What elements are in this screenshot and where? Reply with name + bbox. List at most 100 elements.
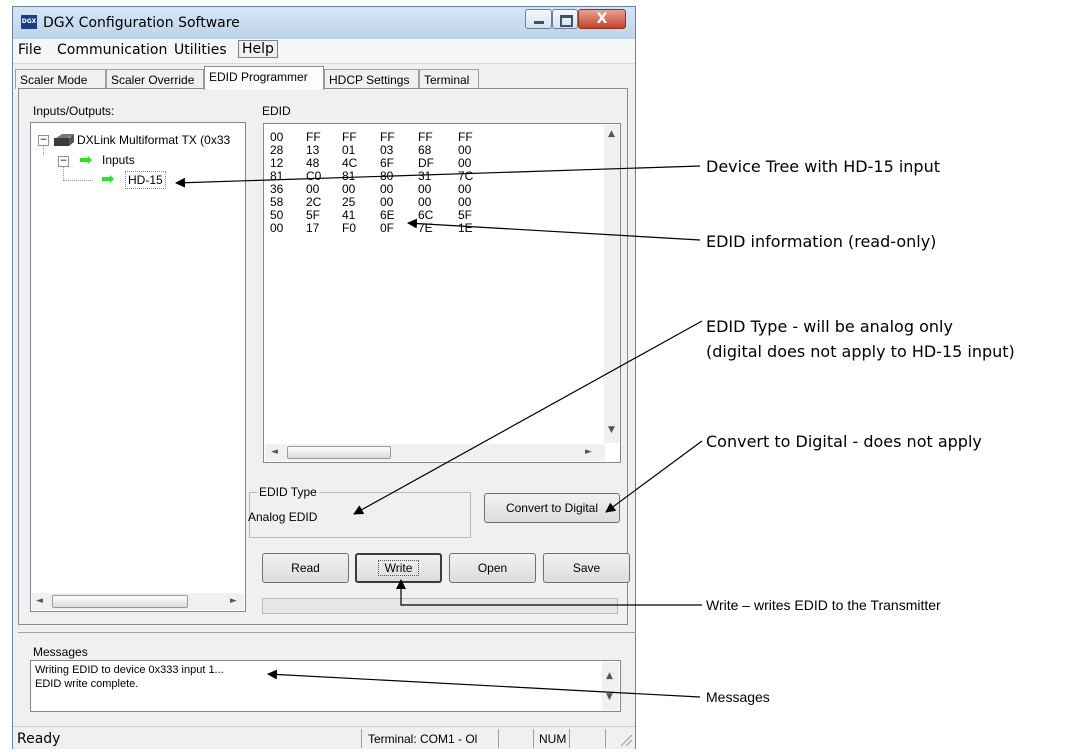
message-line: EDID write complete. <box>35 678 139 690</box>
scroll-thumb[interactable] <box>287 446 391 459</box>
edid-hex-cell: 81 <box>342 169 356 183</box>
scroll-down-icon[interactable]: ▼ <box>608 425 615 435</box>
edid-hex-cell: 00 <box>458 143 472 157</box>
progress-bar <box>262 598 618 614</box>
tree-item-device[interactable]: DXLink Multiformat TX (0x33 <box>77 133 230 147</box>
edid-hex-cell: 36 <box>270 182 284 196</box>
edid-hex-cell: 00 <box>380 182 394 196</box>
edid-hex-cell: 01 <box>342 143 356 157</box>
tree-item-hd15[interactable]: HD-15 <box>125 171 166 189</box>
edid-hex-cell: 00 <box>458 195 472 209</box>
edid-hex-view[interactable]: 00 FF FF FF FF FF 28 13 01 03 68 00 12 48 4C 6F DF 00 81 C0… <box>263 123 621 463</box>
edid-label: EDID <box>262 104 291 118</box>
convert-to-digital-button[interactable]: Convert to Digital <box>484 493 620 523</box>
scroll-up-icon[interactable]: ▲ <box>608 129 615 139</box>
status-num: NUM <box>539 732 567 746</box>
edid-hex-cell: 00 <box>418 182 432 196</box>
status-divider <box>361 729 362 748</box>
edid-hex-cell: 6C <box>418 208 434 222</box>
edid-hex-cell: 6E <box>380 208 395 222</box>
edid-horizontal-scrollbar[interactable]: ◄ ► <box>265 444 605 461</box>
edid-hex-cell: 5F <box>458 208 473 222</box>
menu-communication[interactable]: Communication <box>57 42 167 58</box>
scroll-left-icon[interactable]: ◄ <box>36 596 43 606</box>
tree-line <box>63 180 93 182</box>
edid-hex-cell: 1E <box>458 221 473 235</box>
scroll-right-icon[interactable]: ► <box>585 447 592 457</box>
tab-edid-programmer[interactable]: EDID Programmer <box>204 66 324 90</box>
edid-hex-cell: 41 <box>342 208 356 222</box>
edid-hex-cell: 03 <box>380 143 394 157</box>
edid-hex-cell: 00 <box>306 182 320 196</box>
close-button[interactable]: X <box>578 9 626 29</box>
tab-hdcp-settings[interactable]: HDCP Settings <box>324 69 419 89</box>
edid-hex-cell: 7E <box>418 221 433 235</box>
edid-hex-cell: F0 <box>342 221 357 235</box>
tree-horizontal-scrollbar[interactable]: ◄ ► <box>32 593 244 610</box>
window-title: DGX Configuration Software <box>43 15 240 31</box>
tab-terminal[interactable]: Terminal <box>419 69 479 89</box>
edid-hex-cell: 50 <box>270 208 284 222</box>
title-bar[interactable]: DGX DGX Configuration Software X <box>13 7 635 39</box>
tab-strip: Scaler Mode Scaler Override EDID Program… <box>15 65 633 90</box>
edid-hex-cell: DF <box>418 156 434 170</box>
write-button[interactable]: Write <box>355 553 442 583</box>
menu-utilities[interactable]: Utilities <box>174 42 227 58</box>
annotation-edid-type-note: (digital does not apply to HD-15 input) <box>706 342 1015 361</box>
messages-box[interactable]: Writing EDID to device 0x333 input 1... … <box>30 660 621 712</box>
maximize-button[interactable] <box>552 9 578 29</box>
close-icon: X <box>596 11 608 27</box>
edid-hex-cell: 00 <box>418 195 432 209</box>
app-logo-icon: DGX <box>21 15 37 29</box>
menu-file[interactable]: File <box>18 42 41 58</box>
minimize-button[interactable] <box>525 9 552 29</box>
edid-type-legend: EDID Type <box>257 485 319 499</box>
edid-hex-cell: FF <box>342 130 357 144</box>
edid-hex-cell: 00 <box>270 221 284 235</box>
edid-hex-cell: 7C <box>458 169 474 183</box>
status-terminal: Terminal: COM1 - Ol <box>368 732 478 746</box>
messages-label: Messages <box>33 645 88 659</box>
edid-hex-cell: 81 <box>270 169 284 183</box>
edid-type-value: Analog EDID <box>248 510 318 524</box>
edid-hex-cell: FF <box>380 130 395 144</box>
edid-hex-cell: 0F <box>380 221 395 235</box>
status-divider <box>498 729 499 748</box>
scroll-right-icon[interactable]: ► <box>230 596 237 606</box>
open-button[interactable]: Open <box>449 553 536 583</box>
edid-hex-cell: 2C <box>306 195 322 209</box>
edid-hex-cell: 00 <box>380 195 394 209</box>
edid-vertical-scrollbar[interactable]: ▲ ▼ <box>604 125 620 443</box>
scroll-thumb[interactable] <box>52 595 188 608</box>
edid-hex-cell: 13 <box>306 143 320 157</box>
scroll-left-icon[interactable]: ◄ <box>271 447 278 457</box>
tab-scaler-mode[interactable]: Scaler Mode <box>15 69 106 89</box>
status-ready: Ready <box>17 731 61 747</box>
status-divider <box>569 729 570 748</box>
write-button-label: Write <box>377 560 420 576</box>
annotation-write: Write – writes EDID to the Transmitter <box>706 597 941 613</box>
save-button[interactable]: Save <box>543 553 630 583</box>
read-button[interactable]: Read <box>262 553 349 583</box>
tab-scaler-override[interactable]: Scaler Override <box>106 69 204 89</box>
scroll-down-icon[interactable]: ▼ <box>606 692 613 702</box>
edid-hex-cell: 25 <box>342 195 356 209</box>
resize-grip-icon[interactable] <box>619 733 633 747</box>
edid-hex-cell: FF <box>418 130 433 144</box>
messages-vertical-scrollbar[interactable]: ▲ ▼ <box>602 662 619 710</box>
tree-item-inputs[interactable]: Inputs <box>102 153 135 167</box>
annotation-device-tree: Device Tree with HD-15 input <box>706 157 940 176</box>
device-icon <box>54 134 74 146</box>
edid-hex-cell: 00 <box>342 182 356 196</box>
status-divider <box>605 729 606 748</box>
scroll-up-icon[interactable]: ▲ <box>606 671 613 681</box>
edid-hex-cell: 28 <box>270 143 284 157</box>
splitter[interactable] <box>18 632 636 633</box>
edid-hex-cell: FF <box>458 130 473 144</box>
menu-help[interactable]: Help <box>238 40 278 58</box>
device-tree[interactable]: − DXLink Multiformat TX (0x33 − ➡ Inputs… <box>30 122 246 612</box>
green-arrow-icon: ➡ <box>101 169 115 188</box>
edid-hex-cell: 4C <box>342 156 358 170</box>
edid-hex-cell: 00 <box>458 156 472 170</box>
edid-hex-cell: 12 <box>270 156 284 170</box>
